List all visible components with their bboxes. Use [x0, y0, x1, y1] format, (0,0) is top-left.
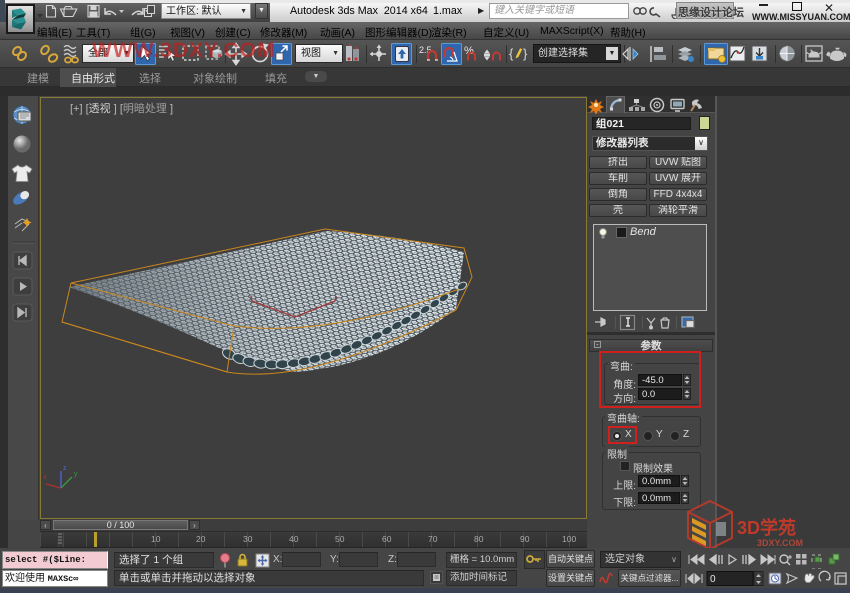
- svg-text:y: y: [74, 471, 78, 478]
- svg-text:0: 0: [710, 574, 716, 585]
- svg-text:z: z: [63, 465, 67, 472]
- svg-text:{: {: [509, 46, 514, 61]
- svg-text:x: x: [43, 474, 47, 481]
- svg-text:}: }: [523, 46, 528, 61]
- svg-text:2.5: 2.5: [419, 45, 432, 55]
